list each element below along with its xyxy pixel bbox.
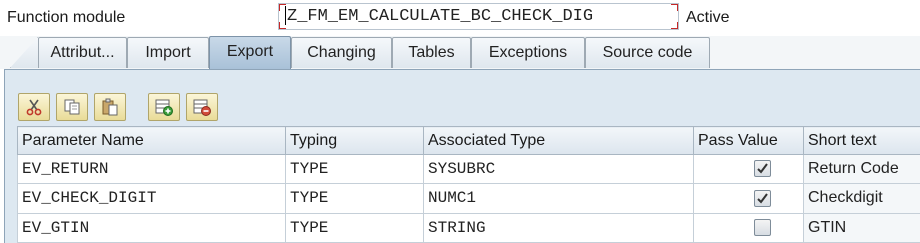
function-module-value: Z_FM_EM_CALCULATE_BC_CHECK_DIG xyxy=(287,7,594,26)
parameter-name-cell[interactable]: EV_GTIN xyxy=(17,212,286,243)
column-header-pass-value[interactable]: Pass Value xyxy=(693,126,804,155)
table-header-row: Parameter Name Typing Associated Type Pa… xyxy=(17,126,920,155)
associated-type-cell[interactable]: NUMC1 xyxy=(423,183,694,214)
insert-row-button[interactable] xyxy=(148,93,180,121)
table-row: EV_CHECK_DIGIT TYPE NUMC1 Checkdigit xyxy=(17,183,920,214)
checkmark-icon xyxy=(757,163,768,174)
column-header-short-text[interactable]: Short text xyxy=(803,126,920,155)
parameter-table: Parameter Name Typing Associated Type Pa… xyxy=(17,126,920,243)
pass-value-cell xyxy=(693,183,804,214)
function-module-field[interactable]: Z_FM_EM_CALCULATE_BC_CHECK_DIG xyxy=(278,3,679,30)
short-text-cell[interactable]: Checkdigit xyxy=(803,183,920,214)
tab-strip: Attribut... Import Export Changing Table… xyxy=(0,36,920,69)
tab-export[interactable]: Export xyxy=(209,36,291,69)
tab-tables[interactable]: Tables xyxy=(392,37,471,68)
checkmark-icon xyxy=(757,193,768,204)
paste-button[interactable] xyxy=(94,93,126,121)
cut-icon xyxy=(26,99,42,116)
column-header-parameter-name[interactable]: Parameter Name xyxy=(17,126,286,155)
delete-row-icon xyxy=(193,99,211,116)
column-header-associated-type[interactable]: Associated Type xyxy=(423,126,694,155)
cut-button[interactable] xyxy=(18,93,50,121)
table-row: EV_GTIN TYPE STRING GTIN xyxy=(17,212,920,243)
tab-exceptions[interactable]: Exceptions xyxy=(471,37,585,68)
typing-cell[interactable]: TYPE xyxy=(285,153,424,185)
typing-cell[interactable]: TYPE xyxy=(285,212,424,243)
pass-value-checkbox[interactable] xyxy=(754,160,771,178)
associated-type-cell[interactable]: SYSUBRC xyxy=(423,153,694,185)
table-row: EV_RETURN TYPE SYSUBRC Return Code xyxy=(17,153,920,185)
status-text: Active xyxy=(686,9,730,26)
header-bar: Function module Z_FM_EM_CALCULATE_BC_CHE… xyxy=(0,0,920,36)
parameter-name-cell[interactable]: EV_RETURN xyxy=(17,153,286,185)
focus-corner xyxy=(279,4,286,11)
tab-attributes[interactable]: Attribut... xyxy=(38,37,127,68)
parameter-name-cell[interactable]: EV_CHECK_DIGIT xyxy=(17,183,286,214)
short-text-cell[interactable]: GTIN xyxy=(803,212,920,243)
focus-corner xyxy=(671,22,678,29)
tab-import[interactable]: Import xyxy=(127,37,209,68)
focus-corner xyxy=(671,4,678,11)
tab-changing[interactable]: Changing xyxy=(291,37,392,68)
pass-value-cell xyxy=(693,153,804,185)
copy-icon xyxy=(64,99,80,115)
insert-row-icon xyxy=(155,99,173,116)
paste-icon xyxy=(102,98,118,116)
typing-cell[interactable]: TYPE xyxy=(285,183,424,214)
column-header-typing[interactable]: Typing xyxy=(285,126,424,155)
pass-value-checkbox[interactable] xyxy=(754,219,771,237)
focus-corner xyxy=(279,22,286,29)
function-module-label: Function module xyxy=(7,9,126,26)
tab-source-code[interactable]: Source code xyxy=(585,37,710,68)
pass-value-checkbox[interactable] xyxy=(754,189,771,207)
associated-type-cell[interactable]: STRING xyxy=(423,212,694,243)
short-text-cell[interactable]: Return Code xyxy=(803,153,920,185)
tab-strip-lead xyxy=(10,37,38,68)
copy-button[interactable] xyxy=(56,93,88,121)
delete-row-button[interactable] xyxy=(186,93,218,121)
pass-value-cell xyxy=(693,212,804,243)
